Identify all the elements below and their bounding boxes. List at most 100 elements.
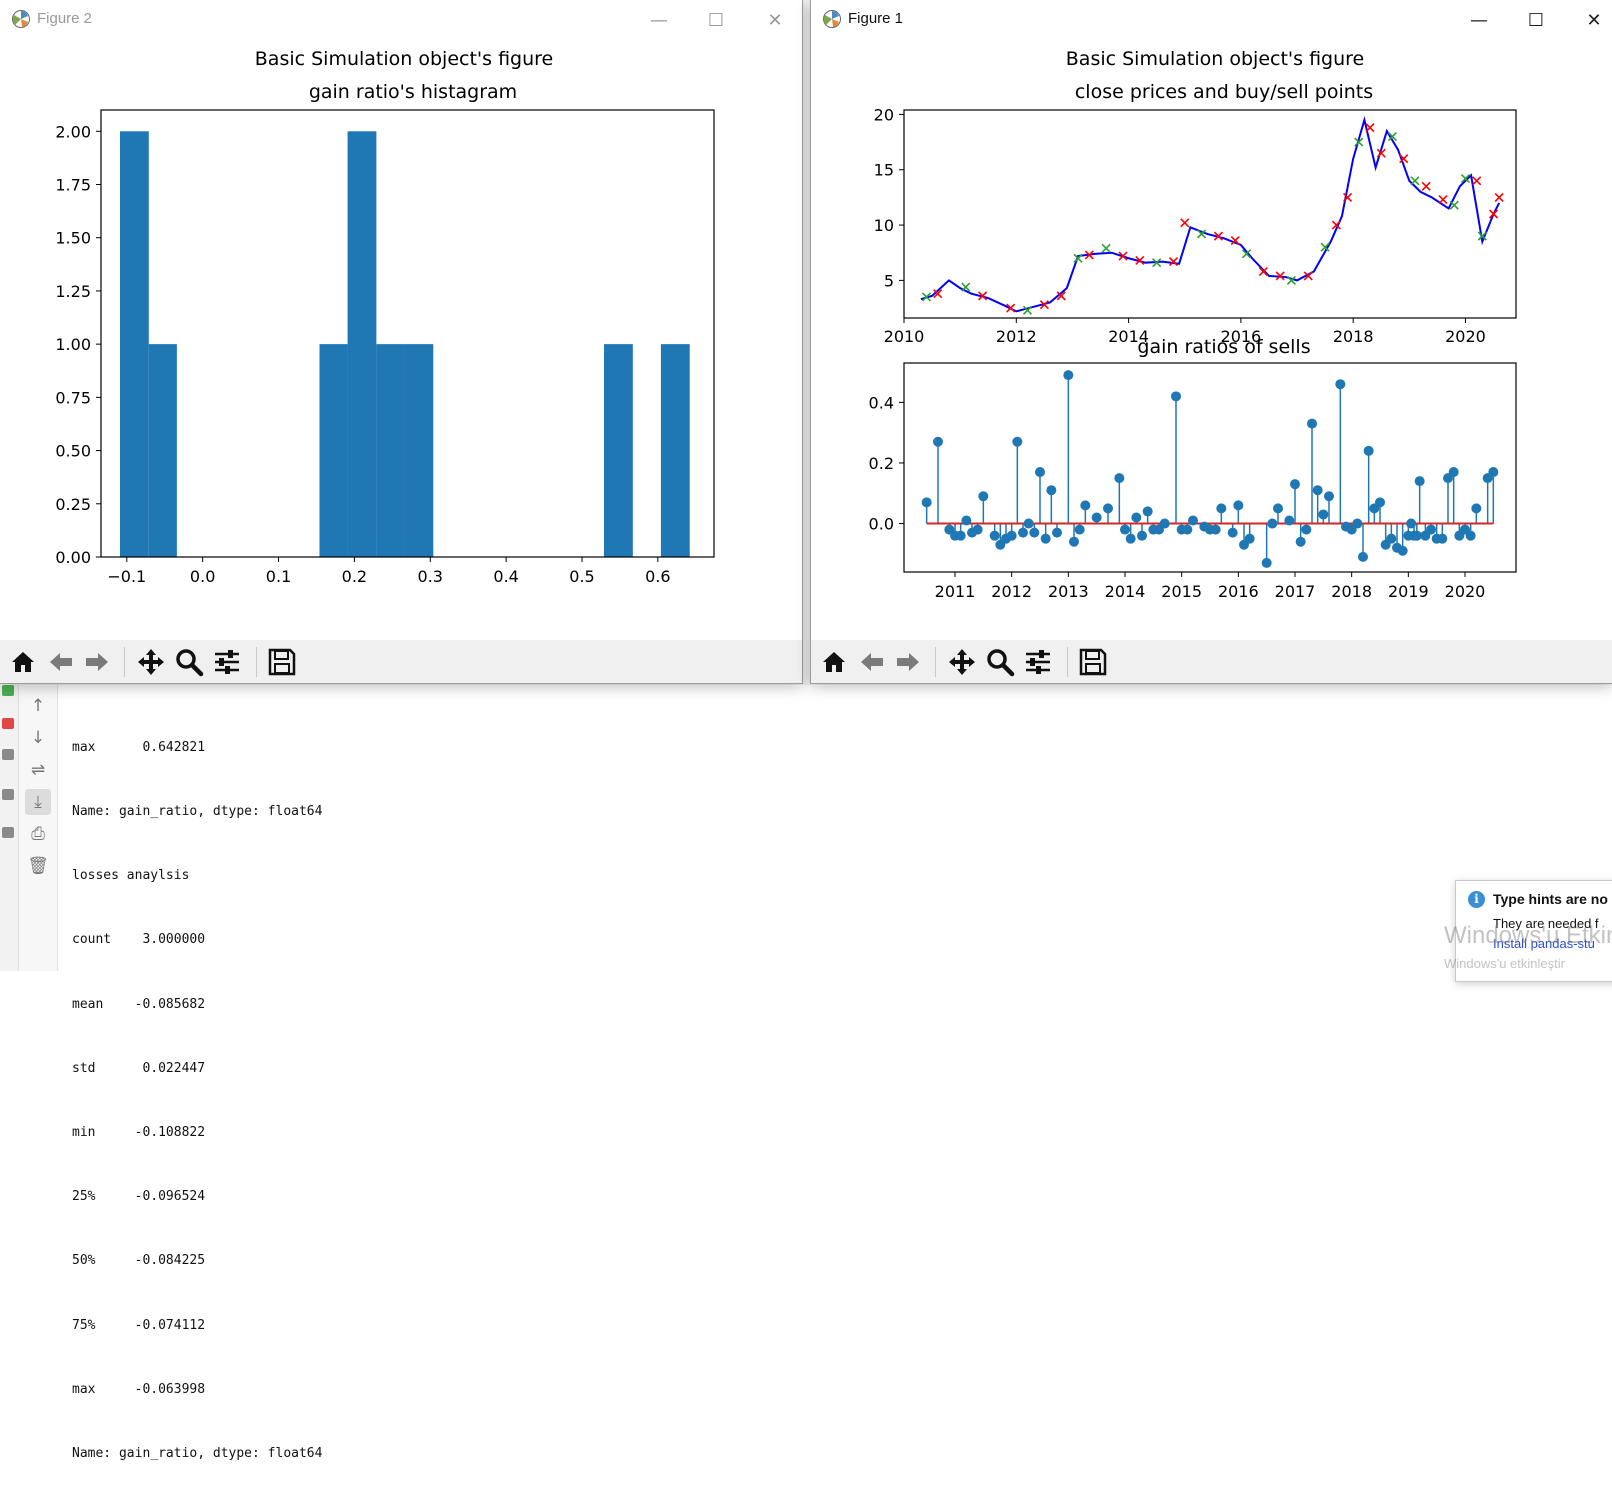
stem-marker [1171, 391, 1181, 402]
console-line: std 0.022447 [72, 1060, 206, 1076]
pause-icon[interactable] [2, 749, 14, 760]
console-line: Name: gain_ratio, dtype: float64 [72, 1446, 323, 1462]
figure1-window[interactable]: Figure 1 — ☐ ✕ Basic Simulation object's… [811, 0, 1612, 683]
y-tick-label: 15 [874, 161, 894, 180]
rerun-icon[interactable] [2, 685, 14, 696]
console-line: max -0.063998 [72, 1381, 206, 1397]
up-arrow-icon[interactable]: ↑ [25, 693, 51, 719]
trash-icon[interactable]: 🗑 [25, 853, 51, 879]
maximize-button[interactable]: ☐ [1513, 0, 1559, 40]
histogram-bar [603, 344, 633, 557]
stem-marker [1074, 524, 1085, 535]
figure2-window[interactable]: Figure 2 — ☐ ✕ Basic Simulation object's… [0, 0, 802, 683]
x-tick-label: 0.3 [418, 567, 443, 586]
y-tick-label: 0.75 [55, 388, 91, 407]
stem-marker [1023, 518, 1034, 529]
close-button[interactable]: ✕ [752, 0, 798, 40]
stem-marker [1358, 551, 1368, 562]
x-tick-label: 0.2 [342, 567, 367, 586]
figure2-titlebar[interactable]: Figure 2 — ☐ ✕ [0, 0, 802, 40]
notification-title: Type hints are no [1493, 891, 1608, 907]
stem-marker [1080, 500, 1091, 511]
stem-marker [1488, 467, 1499, 478]
buy-point-marker [1449, 200, 1459, 210]
minimize-button[interactable]: — [636, 0, 682, 40]
stem-marker [1273, 503, 1283, 514]
stem-marker [1284, 515, 1295, 526]
console-toolbar: ↑ ↓ ⇌ ⤓ ⎙ 🗑 [19, 685, 58, 971]
home-icon[interactable] [6, 645, 40, 679]
configure-subplots-icon[interactable] [210, 645, 244, 679]
x-tick-label: 2010 [884, 327, 925, 346]
stem-marker [1301, 524, 1312, 535]
y-tick-label: 0.25 [55, 495, 91, 514]
y-tick-label: 0.0 [869, 515, 894, 534]
stem-marker [1363, 445, 1374, 456]
forward-arrow-icon[interactable] [80, 645, 114, 679]
stem-marker [1244, 533, 1255, 544]
close-button[interactable]: ✕ [1571, 0, 1612, 40]
figure2-toolbar [0, 640, 802, 683]
y-tick-label: 0.4 [869, 393, 894, 412]
stem-marker [1261, 557, 1272, 568]
maximize-button[interactable]: ☐ [693, 0, 739, 40]
figure1-title: Figure 1 [848, 10, 904, 27]
x-tick-label: 0.0 [190, 567, 215, 586]
stem-marker [1159, 518, 1170, 529]
figure1-titlebar[interactable]: Figure 1 — ☐ ✕ [811, 0, 1612, 40]
minimize-button[interactable]: — [1456, 0, 1502, 40]
stem-marker [1267, 518, 1278, 529]
run-left-rail [0, 685, 19, 971]
matplotlib-logo-icon [12, 10, 30, 28]
print-icon[interactable]: ⎙ [25, 821, 51, 847]
matplotlib-logo-icon [823, 10, 841, 28]
stem-marker [1352, 518, 1363, 529]
y-tick-label: 2.00 [55, 122, 91, 141]
histogram-chart: Basic Simulation object's figure gain ra… [55, 48, 715, 586]
back-arrow-icon[interactable] [44, 645, 78, 679]
down-arrow-icon[interactable]: ↓ [25, 725, 51, 751]
zoom-icon[interactable] [172, 645, 206, 679]
x-tick-label: −0.1 [107, 567, 146, 586]
stem-marker [1437, 533, 1448, 544]
pan-icon[interactable] [134, 645, 168, 679]
stem-marker [1052, 527, 1062, 538]
plot-frame [903, 109, 1517, 319]
toolbar-separator [124, 647, 125, 677]
save-icon[interactable] [1076, 645, 1110, 679]
stem-marker [1091, 512, 1102, 523]
stem-marker [1069, 536, 1079, 547]
stem-marker [1324, 491, 1334, 502]
stem-marker [1006, 530, 1017, 541]
stem-marker [978, 491, 989, 502]
toolbar-separator [935, 647, 936, 677]
x-tick-label: 2020 [1445, 582, 1486, 601]
x-tick-label: 2011 [935, 582, 976, 601]
y-tick-label: 0.00 [55, 548, 91, 567]
stem-marker [1182, 524, 1193, 535]
x-tick-label: 2012 [991, 582, 1032, 601]
stem-marker [1375, 497, 1385, 508]
x-tick-label: 2018 [1333, 327, 1374, 346]
configure-subplots-icon[interactable] [1021, 645, 1055, 679]
chart-title: Basic Simulation object's figure [1066, 48, 1364, 70]
pin-icon[interactable] [2, 827, 14, 838]
layout-icon[interactable] [2, 789, 14, 800]
pan-icon[interactable] [945, 645, 979, 679]
console-line: mean -0.085682 [72, 996, 206, 1012]
plot-frame [903, 362, 1517, 573]
back-arrow-icon[interactable] [855, 645, 889, 679]
zoom-icon[interactable] [983, 645, 1017, 679]
y-tick-label: 1.00 [55, 335, 91, 354]
stem-marker [1295, 536, 1306, 547]
chart-subtitle: gain ratio's histagram [309, 81, 517, 103]
home-icon[interactable] [817, 645, 851, 679]
scroll-to-end-icon[interactable]: ⤓ [25, 789, 51, 815]
soft-wrap-icon[interactable]: ⇌ [25, 757, 51, 783]
stop-icon[interactable] [2, 718, 14, 729]
stem-marker [1216, 503, 1227, 514]
figure1-toolbar [811, 640, 1612, 683]
forward-arrow-icon[interactable] [891, 645, 925, 679]
save-icon[interactable] [265, 645, 299, 679]
stem-marker [1120, 524, 1130, 535]
